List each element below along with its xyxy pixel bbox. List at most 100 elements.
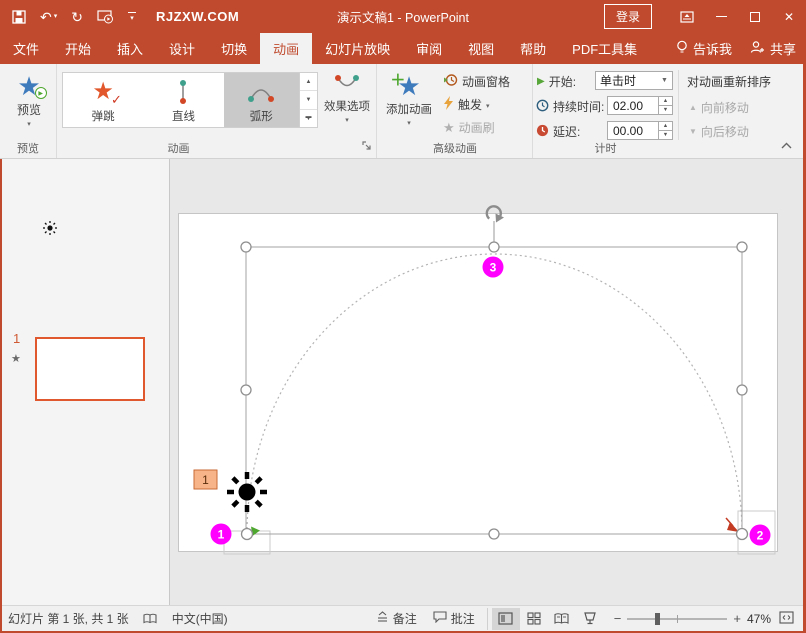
trigger-button[interactable]: 触发 ▾ — [443, 96, 490, 113]
tab-pdf-tools[interactable]: PDF工具集 — [559, 33, 650, 64]
duration-label: 持续时间: — [553, 98, 604, 115]
gallery-item-arcs[interactable]: 弧形 — [224, 73, 299, 127]
handle-middle-left[interactable] — [241, 385, 251, 395]
ribbon-display-options-button[interactable] — [670, 0, 704, 33]
animation-pane-button[interactable]: 动画窗格 — [443, 73, 510, 90]
tab-design[interactable]: 设计 — [156, 33, 208, 64]
undo-dropdown-icon[interactable]: ▾ — [54, 13, 58, 20]
quick-access-toolbar: ↶▾ ↻ ▾ RJZXW.COM — [12, 9, 239, 24]
handle-top-middle[interactable] — [489, 242, 499, 252]
sun-shape[interactable] — [227, 472, 267, 512]
slide[interactable] — [178, 213, 778, 552]
duration-spinner[interactable]: 02.00 ▲▼ — [607, 96, 673, 115]
maximize-button[interactable] — [738, 0, 772, 33]
animation-dialog-launcher-icon[interactable] — [362, 140, 372, 154]
gallery-more-button[interactable]: ▬▼ — [300, 110, 317, 127]
gallery-item-lines[interactable]: 直线 — [143, 73, 223, 127]
login-button[interactable]: 登录 — [604, 4, 652, 29]
collapse-ribbon-button[interactable] — [781, 138, 792, 152]
handle-bottom-left-path-start[interactable] — [242, 529, 253, 540]
gallery-item-label: 弹跳 — [92, 108, 115, 124]
undo-button[interactable]: ↶▾ — [40, 10, 57, 24]
slide-sorter-view-button[interactable] — [520, 608, 548, 630]
tab-slideshow[interactable]: 幻灯片放映 — [312, 33, 403, 64]
slideshow-view-button[interactable] — [576, 608, 604, 630]
tab-transitions[interactable]: 切换 — [208, 33, 260, 64]
spellcheck-icon[interactable] — [143, 613, 158, 625]
language-indicator[interactable]: 中文(中国) — [172, 610, 228, 627]
zoom-out-button[interactable]: − — [614, 611, 622, 626]
gallery-scroll-down-button[interactable]: ▼ — [300, 91, 317, 109]
duration-clock-icon — [536, 99, 549, 115]
share-button[interactable]: 共享 — [750, 39, 796, 58]
add-animation-button[interactable]: ★＋ 添加动画 ▾ — [381, 71, 437, 127]
effect-options-button[interactable]: 效果选项 ▾ — [321, 71, 373, 124]
handle-top-right[interactable] — [737, 242, 747, 252]
group-label-advanced: 高级动画 — [377, 140, 533, 156]
zoom-in-button[interactable]: + — [733, 611, 741, 626]
tab-view[interactable]: 视图 — [455, 33, 507, 64]
fit-slide-to-window-button[interactable] — [779, 611, 794, 627]
delay-spinner[interactable]: 00.00 ▲▼ — [607, 121, 673, 140]
duration-value: 02.00 — [608, 97, 658, 114]
start-label: 开始: — [549, 73, 576, 90]
group-advanced-animation: ★＋ 添加动画 ▾ 动画窗格 触发 ▾ ★ 动画刷 高级动画 — [377, 64, 533, 158]
close-button[interactable]: ✕ — [772, 0, 806, 33]
tab-help[interactable]: 帮助 — [507, 33, 559, 64]
tab-animations[interactable]: 动画 — [260, 33, 312, 64]
ribbon-tab-bar: 文件 开始 插入 设计 切换 动画 幻灯片放映 审阅 视图 帮助 PDF工具集 … — [0, 33, 806, 64]
slide-counter[interactable]: 幻灯片 第 1 张, 共 1 张 — [8, 610, 129, 627]
start-select[interactable]: 单击时 ▼ — [595, 71, 673, 90]
zoom-slider-thumb[interactable] — [655, 613, 660, 625]
group-preview: ★▶ 预览 ▾ 预览 — [0, 64, 57, 158]
normal-view-button[interactable] — [492, 608, 520, 630]
chevron-down-icon[interactable]: ▼ — [657, 72, 672, 89]
minimize-button[interactable] — [704, 0, 738, 33]
handle-middle-right[interactable] — [737, 385, 747, 395]
ribbon: ★▶ 预览 ▾ 预览 ★✓ 弹跳 直线 — [0, 64, 806, 159]
status-bar: 幻灯片 第 1 张, 共 1 张 中文(中国) 备注 批注 — [0, 605, 806, 631]
tab-home[interactable]: 开始 — [52, 33, 104, 64]
zoom-controls: − + — [614, 611, 741, 626]
spin-up-icon[interactable]: ▲ — [659, 97, 672, 106]
tell-me-button[interactable]: 告诉我 — [676, 39, 732, 58]
triangle-up-icon: ▲ — [689, 103, 697, 112]
gallery-item-label: 直线 — [172, 108, 195, 124]
preview-button[interactable]: ★▶ 预览 ▾ — [7, 71, 51, 128]
notes-button[interactable]: 备注 — [376, 610, 417, 627]
tab-file[interactable]: 文件 — [0, 33, 52, 64]
spin-up-icon[interactable]: ▲ — [659, 122, 672, 131]
start-slideshow-icon[interactable] — [97, 10, 114, 24]
add-animation-star-icon: ★＋ — [397, 71, 420, 101]
gallery-scroll-up-button[interactable]: ▲ — [300, 73, 317, 91]
handle-bottom-middle[interactable] — [489, 529, 499, 539]
animation-indicator-star-icon[interactable]: ★ — [11, 352, 21, 365]
save-icon[interactable] — [12, 10, 26, 24]
tab-insert[interactable]: 插入 — [104, 33, 156, 64]
zoom-percentage[interactable]: 47% — [747, 612, 771, 626]
animation-painter-button: ★ 动画刷 — [443, 119, 495, 136]
slide-thumbnail[interactable] — [35, 337, 145, 401]
start-row: ▶ 开始: — [537, 73, 576, 90]
titlebar: ↶▾ ↻ ▾ RJZXW.COM 演示文稿1 - PowerPoint 登录 ✕ — [0, 0, 806, 33]
zoom-slider-track[interactable] — [627, 618, 727, 620]
animation-number-tag[interactable]: 1 — [194, 470, 217, 489]
handle-bottom-right-path-end[interactable] — [737, 529, 748, 540]
comments-label: 批注 — [451, 610, 475, 627]
tab-review[interactable]: 审阅 — [403, 33, 455, 64]
animation-gallery: ★✓ 弹跳 直线 弧形 — [62, 72, 300, 128]
group-timing: ▶ 开始: 单击时 ▼ 持续时间: 02.00 ▲▼ 延迟: 00.00 ▲▼ — [533, 64, 792, 158]
spin-down-icon[interactable]: ▼ — [659, 106, 672, 114]
gallery-item-bounce[interactable]: ★✓ 弹跳 — [63, 73, 143, 127]
preview-star-icon: ★▶ — [17, 71, 40, 101]
svg-text:1: 1 — [202, 473, 209, 487]
customize-qat-button[interactable]: ▾ — [128, 12, 136, 22]
delay-row: 延迟: — [536, 123, 580, 140]
lightbulb-icon — [676, 40, 688, 58]
reading-view-button[interactable] — [548, 608, 576, 630]
spin-down-icon[interactable]: ▼ — [659, 131, 672, 139]
redo-button[interactable]: ↻ — [71, 10, 83, 24]
comments-button[interactable]: 批注 — [433, 610, 475, 627]
slide-thumbnail-panel: 1 ★ — [0, 159, 170, 605]
handle-top-left[interactable] — [241, 242, 251, 252]
